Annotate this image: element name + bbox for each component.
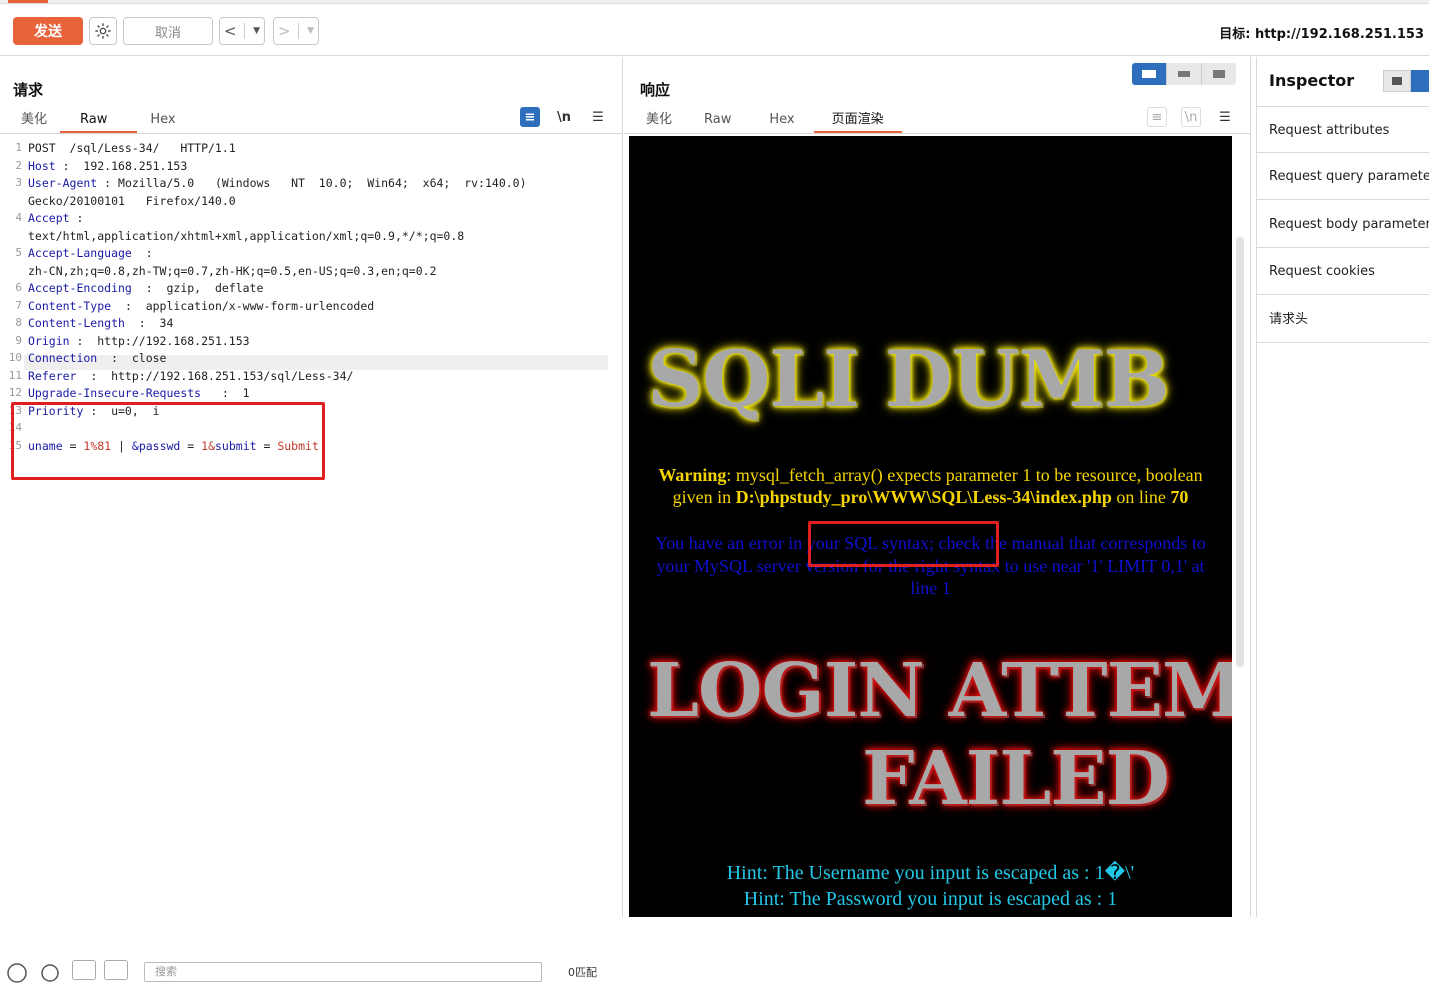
- hint-username: Hint: The Username you input is escaped …: [726, 862, 1135, 884]
- line-number: 2: [15, 158, 22, 172]
- tab-render[interactable]: 页面渲染: [813, 109, 902, 133]
- layout-tabs-button[interactable]: [1201, 63, 1236, 85]
- line-number: 3: [15, 176, 22, 189]
- code-line[interactable]: Accept-Encoding : gzip, deflate: [28, 281, 263, 295]
- newline-toggle-icon[interactable]: \n: [1181, 107, 1201, 127]
- tab-pretty[interactable]: 美化: [8, 109, 60, 133]
- response-panel: 响应 美化 Raw Hex 页面渲染 ≡ \n ☰ SQLI DUMB Warn…: [624, 57, 1251, 917]
- newline-toggle-icon[interactable]: \n: [554, 107, 574, 127]
- inspector-layout-toggle[interactable]: [1383, 70, 1429, 92]
- code-line[interactable]: Accept-Language :: [28, 246, 153, 260]
- hint-password: Hint: The Password you input is escaped …: [743, 888, 1118, 910]
- cancel-button[interactable]: 取消: [123, 17, 213, 45]
- code-line[interactable]: Host : 192.168.251.153: [28, 159, 187, 173]
- banner-login-attempt: LOGIN ATTEMPT: [647, 648, 1232, 734]
- tab-raw[interactable]: Raw: [685, 109, 750, 133]
- menu-icon[interactable]: ☰: [1215, 107, 1235, 127]
- response-scrollbar[interactable]: [1236, 237, 1244, 667]
- line-number: 10: [8, 351, 22, 364]
- wrap-lines-icon[interactable]: ≡: [520, 107, 540, 127]
- chevron-right-icon: >: [277, 22, 291, 40]
- toolbar: 发送 取消 < ▼ > ▼ 目标: http://192.168.251.153: [0, 4, 1429, 56]
- banner-sqli-dumb: SQLI DUMB: [647, 334, 1170, 425]
- tab-hex[interactable]: Hex: [137, 109, 188, 133]
- response-tabs: 美化 Raw Hex 页面渲染: [633, 109, 902, 133]
- tab-pretty[interactable]: 美化: [633, 109, 685, 133]
- line-number: 5: [15, 246, 22, 259]
- line-number: 1: [15, 141, 22, 154]
- panel-active-icon[interactable]: [1411, 70, 1429, 92]
- response-title: 响应: [640, 81, 671, 99]
- inspector-title: Inspector: [1269, 71, 1355, 90]
- code-line[interactable]: Upgrade-Insecure-Requests : 1: [28, 386, 250, 400]
- menu-icon[interactable]: ☰: [588, 107, 608, 127]
- wrap-lines-icon[interactable]: ≡: [1147, 107, 1167, 127]
- code-line[interactable]: Content-Type : application/x-www-form-ur…: [28, 299, 374, 313]
- gear-icon[interactable]: [38, 961, 62, 985]
- settings-button[interactable]: [89, 17, 117, 45]
- search-bar: 搜索 0匹配: [0, 952, 623, 983]
- request-panel: 请求 美化 Raw Hex ≡ \n ☰ 1 POST /sql/Less-34/…: [0, 57, 623, 983]
- code-line[interactable]: zh-CN,zh;q=0.8,zh-TW;q=0.7,zh-HK;q=0.5,e…: [28, 264, 437, 278]
- code-line[interactable]: Gecko/20100101 Firefox/140.0: [28, 194, 236, 208]
- line-number: 11: [8, 368, 22, 382]
- target-label[interactable]: 目标: http://192.168.251.153: [1219, 23, 1424, 42]
- dropdown-arrow-icon: ▼: [253, 26, 261, 36]
- annotation-box-payload: [11, 402, 325, 480]
- panel-icon[interactable]: [1383, 70, 1411, 92]
- code-line[interactable]: Accept :: [28, 211, 83, 225]
- line-number: 8: [15, 316, 22, 329]
- inspector-headers[interactable]: 请求头: [1257, 296, 1429, 343]
- layout-columns-button[interactable]: [1132, 63, 1166, 85]
- inspector-body-params[interactable]: Request body parameters: [1257, 201, 1429, 248]
- back-button[interactable]: < ▼: [219, 17, 265, 45]
- line-number: 4: [15, 211, 22, 224]
- prev-match-button[interactable]: [72, 960, 96, 980]
- dropdown-arrow-icon: ▼: [307, 26, 315, 36]
- match-count: 0匹配: [568, 966, 597, 979]
- php-warning: Warning: mysql_fetch_array() expects par…: [658, 465, 1203, 507]
- inspector-panel: Inspector Request attributes Request que…: [1256, 57, 1429, 917]
- code-line[interactable]: Connection : close: [28, 351, 167, 365]
- inspector-request-attributes[interactable]: Request attributes: [1257, 106, 1429, 153]
- tab-raw[interactable]: Raw: [60, 109, 138, 133]
- gear-icon: [95, 23, 111, 39]
- chevron-left-icon: <: [223, 22, 237, 40]
- line-number: 6: [15, 281, 22, 294]
- line-number: 12: [8, 386, 22, 399]
- line-number: 9: [15, 333, 22, 347]
- layout-rows-button[interactable]: [1166, 63, 1201, 85]
- code-line[interactable]: Origin : http://192.168.251.153: [28, 334, 250, 348]
- layout-toggle: [1132, 63, 1236, 85]
- response-editor-icons: ≡ \n ☰: [1147, 107, 1235, 127]
- next-match-button[interactable]: [104, 960, 128, 980]
- active-tab-indicator: [8, 0, 48, 3]
- code-line[interactable]: text/html,application/xhtml+xml,applicat…: [28, 229, 464, 243]
- request-editor-icons: ≡ \n ☰: [520, 107, 608, 127]
- forward-button[interactable]: > ▼: [273, 17, 319, 45]
- inspector-cookies[interactable]: Request cookies: [1257, 248, 1429, 295]
- line-number: 7: [15, 298, 22, 312]
- send-button[interactable]: 发送: [13, 17, 83, 45]
- banner-failed: FAILED: [862, 736, 1170, 822]
- search-input[interactable]: 搜索: [144, 962, 542, 982]
- request-tabs: 美化 Raw Hex: [8, 109, 189, 133]
- tab-hex[interactable]: Hex: [750, 109, 813, 133]
- annotation-box-sql-syntax: [808, 521, 999, 567]
- request-title: 请求: [13, 81, 44, 99]
- code-line[interactable]: Content-Length : 34: [28, 316, 173, 330]
- inspector-query-params[interactable]: Request query parameters: [1257, 153, 1429, 200]
- help-icon[interactable]: [6, 962, 28, 984]
- code-line[interactable]: Referer : http://192.168.251.153/sql/Les…: [28, 369, 353, 383]
- code-line[interactable]: User-Agent : Mozilla/5.0 (Windows NT 10.…: [28, 176, 527, 190]
- code-line[interactable]: POST /sql/Less-34/ HTTP/1.1: [28, 141, 236, 155]
